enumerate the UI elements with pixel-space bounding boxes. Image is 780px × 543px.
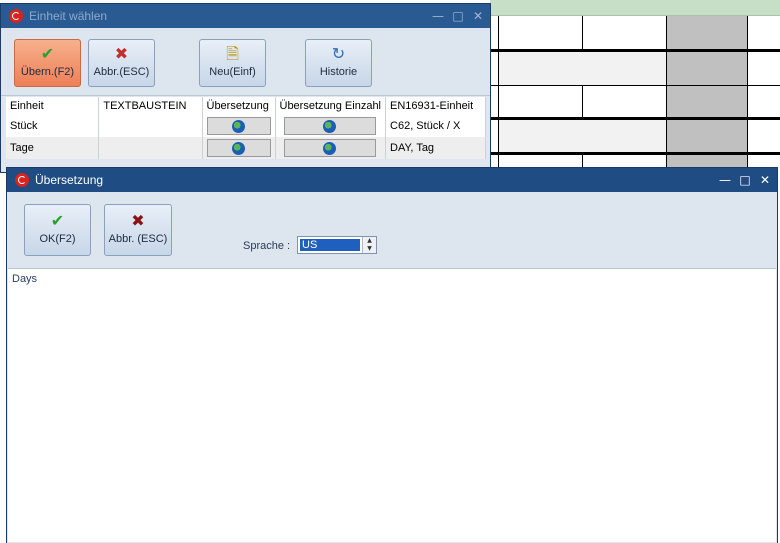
textbaustein-cell[interactable] [98, 115, 203, 137]
new-document-icon: 🗎 [226, 46, 239, 63]
check-icon: ✔ [50, 213, 65, 230]
translate-button[interactable] [206, 139, 271, 157]
spreadsheet-cell-shade [499, 120, 666, 152]
accept-button-label: Übern.(F2) [20, 66, 75, 78]
cancel-button-label: Abbr. (ESC) [108, 233, 168, 245]
history-button[interactable]: ↻ Historie [305, 39, 372, 87]
cancel-button-label: Abbr.(ESC) [93, 66, 150, 78]
ok-button-label: OK(F2) [39, 233, 76, 245]
translation-text-area[interactable]: Days [8, 268, 776, 542]
table-row[interactable]: Tage DAY, Tag [6, 137, 486, 159]
new-button-label: Neu(Einf) [209, 66, 256, 78]
spinner-arrows-icon[interactable]: ▲ ▼ [362, 237, 376, 253]
translate-singular-button[interactable] [284, 139, 377, 157]
cancel-button[interactable]: ✖ Abbr. (ESC) [104, 204, 172, 256]
column-header[interactable]: EN16931-Einheit [385, 97, 486, 115]
einheit-table: Einheit TEXTBAUSTEIN Übersetzung Überset… [6, 97, 486, 159]
history-icon: ↻ [331, 46, 346, 63]
maximize-icon[interactable]: □ [737, 172, 753, 188]
translation-text[interactable]: Days [12, 273, 37, 285]
table-row[interactable]: Stück C62, Stück / X [6, 115, 486, 137]
uebersetzung-window: Übersetzung — □ ✕ ✔ OK(F2) ✖ Abbr. (ESC)… [6, 167, 778, 543]
uebersetzung-einzahl-cell [275, 137, 387, 159]
ok-button[interactable]: ✔ OK(F2) [24, 204, 91, 256]
spreadsheet-row-line [490, 152, 780, 155]
einheit-waehlen-window: Einheit wählen — □ ✕ ✔ Übern.(F2) ✖ Abbr… [0, 3, 491, 173]
translate-singular-button[interactable] [284, 117, 377, 135]
sprache-value[interactable]: US [300, 239, 360, 251]
uebersetzung-cell [202, 115, 276, 137]
app-logo-icon [15, 173, 29, 187]
globe-icon [323, 142, 337, 155]
spreadsheet-row-line [490, 49, 780, 52]
minimize-icon[interactable]: — [717, 172, 733, 188]
einheit-toolbar: ✔ Übern.(F2) ✖ Abbr.(ESC) 🗎 Neu(Einf) ↻ … [1, 28, 490, 96]
einheit-cell[interactable]: Stück [6, 115, 100, 137]
close-icon[interactable]: ✕ [470, 8, 486, 24]
column-header[interactable]: Übersetzung Einzahl [275, 97, 387, 115]
sprache-spinner[interactable]: US ▲ ▼ [297, 236, 377, 254]
new-button[interactable]: 🗎 Neu(Einf) [199, 39, 266, 87]
uebersetzung-window-titlebar[interactable]: Übersetzung — □ ✕ [7, 168, 777, 192]
column-header[interactable]: Übersetzung [202, 97, 276, 115]
uebersetzung-toolbar: ✔ OK(F2) ✖ Abbr. (ESC) Sprache : US ▲ ▼ [7, 192, 777, 268]
einheit-window-titlebar[interactable]: Einheit wählen — □ ✕ [1, 4, 490, 28]
uebersetzung-window-title: Übersetzung [35, 173, 104, 187]
accept-button[interactable]: ✔ Übern.(F2) [14, 39, 81, 87]
globe-icon [323, 120, 337, 133]
textbaustein-cell[interactable] [98, 137, 203, 159]
cross-icon: ✖ [131, 213, 145, 230]
cross-icon: ✖ [114, 46, 129, 63]
einheit-window-title: Einheit wählen [29, 9, 108, 23]
spreadsheet-cell-shade [499, 52, 666, 85]
en16931-cell[interactable]: DAY, Tag [385, 137, 486, 159]
uebersetzung-cell [202, 137, 276, 159]
column-header[interactable]: Einheit [6, 97, 100, 115]
minimize-icon[interactable]: — [430, 8, 446, 24]
sprache-label: Sprache : [243, 240, 291, 252]
spreadsheet-row-line [490, 85, 780, 86]
cancel-button[interactable]: ✖ Abbr.(ESC) [88, 39, 155, 87]
check-icon: ✔ [40, 46, 55, 63]
table-header-row: Einheit TEXTBAUSTEIN Übersetzung Überset… [6, 97, 486, 115]
uebersetzung-einzahl-cell [275, 115, 387, 137]
history-button-label: Historie [319, 66, 358, 78]
translate-button[interactable] [206, 117, 271, 135]
spreadsheet-header-band [490, 0, 780, 16]
maximize-icon[interactable]: □ [450, 8, 466, 24]
globe-icon [231, 120, 245, 133]
en16931-cell[interactable]: C62, Stück / X [385, 115, 486, 137]
app-logo-icon [9, 9, 23, 23]
spreadsheet-row-line [490, 117, 780, 120]
einheit-cell[interactable]: Tage [6, 137, 100, 159]
globe-icon [231, 142, 245, 155]
column-header[interactable]: TEXTBAUSTEIN [98, 97, 203, 115]
close-icon[interactable]: ✕ [757, 172, 773, 188]
